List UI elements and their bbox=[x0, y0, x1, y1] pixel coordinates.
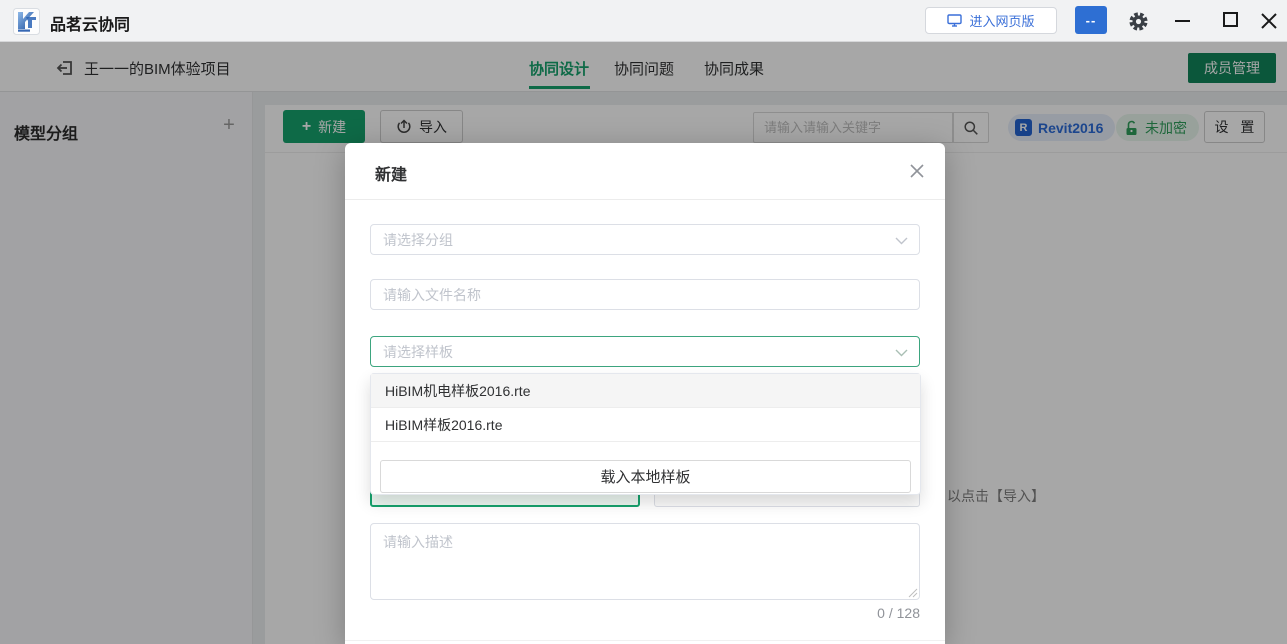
template-select-placeholder: 请选择样板 bbox=[383, 342, 453, 362]
dialog-header-divider bbox=[345, 199, 945, 200]
settings-gear-button[interactable] bbox=[1127, 9, 1149, 33]
chevron-down-icon bbox=[895, 237, 908, 245]
template-select[interactable]: 请选择样板 bbox=[370, 336, 920, 367]
user-avatar[interactable]: -- bbox=[1075, 6, 1107, 34]
template-option-2[interactable]: HiBIM样板2016.rte bbox=[371, 408, 920, 442]
close-icon bbox=[909, 163, 925, 179]
app-window: 品茗云协同 进入网页版 -- bbox=[0, 0, 1287, 644]
new-file-dialog: 新建 请选择分组 请选择样板 bbox=[345, 143, 945, 644]
group-select[interactable]: 请选择分组 bbox=[370, 224, 920, 255]
enter-web-version-label: 进入网页版 bbox=[969, 11, 1034, 30]
gear-icon bbox=[1128, 11, 1149, 32]
window-minimize-button[interactable] bbox=[1168, 8, 1196, 34]
titlebar: 品茗云协同 进入网页版 -- bbox=[0, 0, 1287, 42]
description-textarea[interactable] bbox=[370, 523, 920, 600]
group-select-placeholder: 请选择分组 bbox=[383, 230, 453, 250]
dialog-title: 新建 bbox=[375, 161, 407, 185]
avatar-label: -- bbox=[1086, 13, 1097, 28]
char-counter: 0 / 128 bbox=[370, 605, 920, 621]
load-local-template-button[interactable]: 载入本地样板 bbox=[380, 460, 911, 493]
chevron-down-icon bbox=[895, 349, 908, 357]
monitor-icon bbox=[947, 14, 962, 27]
filename-input[interactable] bbox=[370, 279, 920, 310]
app-title: 品茗云协同 bbox=[50, 11, 130, 35]
close-icon bbox=[1257, 8, 1281, 34]
minimize-icon bbox=[1175, 20, 1190, 22]
dialog-close-button[interactable] bbox=[905, 159, 929, 183]
enter-web-version-button[interactable]: 进入网页版 bbox=[925, 7, 1057, 34]
dialog-footer-divider bbox=[345, 640, 945, 641]
template-option-1[interactable]: HiBIM机电样板2016.rte bbox=[371, 374, 920, 408]
window-maximize-button[interactable] bbox=[1223, 12, 1238, 27]
app-logo-icon bbox=[13, 8, 40, 35]
window-close-button[interactable] bbox=[1257, 8, 1281, 34]
template-dropdown: HiBIM机电样板2016.rte HiBIM样板2016.rte 载入本地样板 bbox=[370, 373, 921, 495]
